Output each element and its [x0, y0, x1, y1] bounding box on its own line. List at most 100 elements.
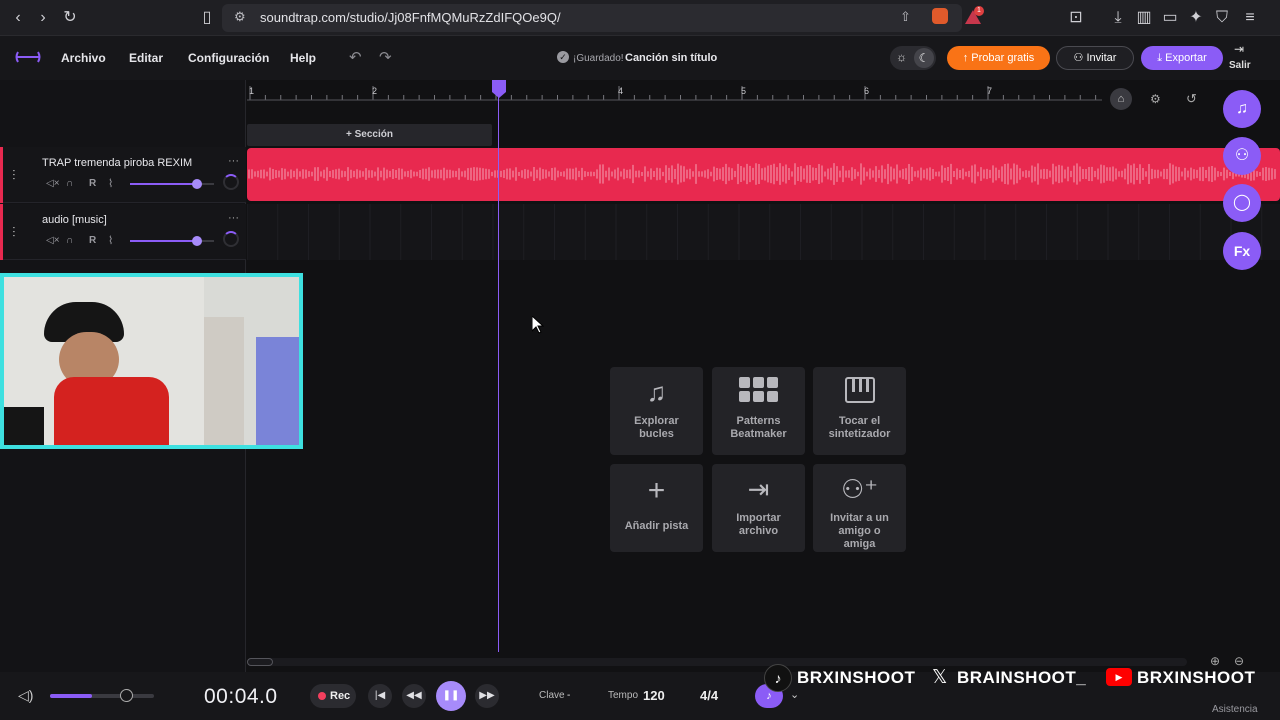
address-bar[interactable]: ⚙ soundtrap.com/studio/Jj08FnfMQMuRzZdIF…	[222, 4, 962, 32]
try-free-button[interactable]: ↑ Probar gratis	[947, 46, 1050, 70]
track-name[interactable]: TRAP tremenda piroba REXIM	[42, 157, 192, 169]
scrollbar-thumb[interactable]	[247, 658, 273, 666]
settings-icon[interactable]: ⚙	[1150, 92, 1161, 106]
back-icon[interactable]: ‹	[8, 8, 28, 28]
reload-icon[interactable]: ↻	[60, 8, 80, 28]
invite-icon: ⚇	[1073, 52, 1087, 64]
leo-ai-icon[interactable]: ✦	[1186, 8, 1206, 28]
menu-configuracion[interactable]: Configuración	[188, 51, 269, 65]
forward-icon[interactable]: ›	[33, 8, 53, 28]
saved-check-icon: ✓	[557, 51, 569, 63]
share-icon[interactable]: ⇧	[900, 9, 911, 25]
users-icon[interactable]: ⚇	[1223, 137, 1261, 175]
loop-icon[interactable]: ↺	[1186, 91, 1197, 107]
sidebar-icon[interactable]: ▥	[1134, 8, 1154, 28]
more-options-icon[interactable]: ···	[228, 212, 239, 224]
pause-icon[interactable]: ❚❚	[436, 681, 466, 711]
ruler-tick-label: 6	[864, 86, 870, 96]
vpn-icon[interactable]: ⛉	[1212, 8, 1232, 28]
add-track-tile[interactable]: + Añadir pista	[610, 464, 703, 552]
track-name[interactable]: audio [music]	[42, 214, 107, 226]
automation-icon[interactable]: ⌇	[108, 177, 113, 190]
zoom-in-icon[interactable]: ⊕	[1210, 654, 1220, 668]
rewards-icon[interactable]: 1	[964, 6, 984, 26]
menu-icon[interactable]: ≡	[1240, 8, 1260, 28]
mute-icon[interactable]: ◁×	[46, 178, 60, 189]
pan-knob[interactable]	[223, 231, 239, 247]
horizontal-scrollbar[interactable]	[247, 658, 1187, 666]
invite-button[interactable]: ⚇ Invitar	[1056, 46, 1134, 70]
theme-toggle[interactable]: ☼ ☾	[890, 46, 936, 70]
automation-icon[interactable]: ⌇	[108, 234, 113, 247]
volume-knob[interactable]	[192, 179, 203, 189]
chat-icon[interactable]: ◯	[1223, 184, 1261, 222]
chevron-down-icon[interactable]: ⌄	[790, 688, 799, 701]
track-header[interactable]: ⫶ audio [music] ··· ◁× ∩ R ⌇	[0, 204, 246, 260]
undo-icon[interactable]: ↶	[349, 48, 362, 66]
menu-editar[interactable]: Editar	[129, 51, 163, 65]
lane-grid	[246, 204, 1263, 260]
help-link[interactable]: Asistencia	[1212, 704, 1258, 715]
headphones-icon[interactable]: ∩	[66, 235, 73, 246]
tile-label: Añadir pista	[624, 520, 689, 532]
soundtrap-logo-icon[interactable]	[14, 50, 42, 69]
invite-friend-tile[interactable]: ⚇⁺ Invitar a un amigo o amiga	[813, 464, 906, 552]
speaker-icon[interactable]: ◁)	[18, 687, 33, 704]
add-section-button[interactable]: + Sección	[247, 124, 492, 146]
screenshot-icon[interactable]: ⊡	[1066, 8, 1086, 28]
tiktok-icon: ♪	[764, 664, 792, 692]
track-lane[interactable]	[247, 147, 1280, 203]
track-color-bar	[0, 147, 3, 203]
twitter-handle: BRAINSHOOT_	[957, 668, 1087, 687]
menu-help[interactable]: Help	[290, 51, 316, 65]
export-button[interactable]: ⤓ Exportar	[1141, 46, 1223, 70]
more-options-icon[interactable]: ···	[228, 155, 239, 167]
master-volume-knob[interactable]	[120, 689, 133, 702]
metronome-icon[interactable]: ⌂	[1110, 88, 1132, 110]
audio-region[interactable]	[247, 148, 1280, 201]
fast-forward-icon[interactable]: ▶▶	[475, 684, 499, 708]
site-settings-icon[interactable]: ⚙	[234, 9, 246, 25]
skip-to-start-icon[interactable]: |◀	[368, 684, 392, 708]
record-arm-button[interactable]: R	[89, 235, 96, 246]
url-text: soundtrap.com/studio/Jj08FnfMQMuRzZdIFQO…	[260, 10, 561, 25]
key-value[interactable]: -	[567, 690, 570, 701]
wallet-icon[interactable]: ▭	[1160, 8, 1180, 28]
menu-archivo[interactable]: Archivo	[61, 51, 106, 65]
saved-status: ¡Guardado!	[573, 53, 624, 64]
timeline-ruler[interactable]: 1 2 4 5 6 7	[247, 80, 1102, 102]
volume-slider[interactable]	[130, 236, 214, 246]
redo-icon[interactable]: ↷	[379, 48, 392, 66]
play-synth-tile[interactable]: Tocar el sintetizador	[813, 367, 906, 455]
bookmark-icon[interactable]: ▯	[197, 8, 217, 28]
volume-knob[interactable]	[192, 236, 203, 246]
download-icon[interactable]: ⤓	[1108, 8, 1128, 28]
patterns-beatmaker-tile[interactable]: Patterns Beatmaker	[712, 367, 805, 455]
explore-loops-tile[interactable]: ♫ Explorar bucles	[610, 367, 703, 455]
moon-icon: ☾	[914, 48, 934, 68]
master-volume-slider[interactable]	[50, 694, 154, 698]
tempo-label[interactable]: Tempo	[608, 690, 638, 701]
record-button[interactable]: Rec	[310, 684, 356, 708]
ruler-tick-label: 2	[372, 86, 378, 96]
headphones-icon[interactable]: ∩	[66, 178, 73, 189]
brave-shield-icon[interactable]	[932, 8, 948, 24]
exit-icon[interactable]: ⇥	[1234, 42, 1244, 56]
import-file-tile[interactable]: ⇥ Importar archivo	[712, 464, 805, 552]
tempo-value[interactable]: 120	[643, 688, 665, 703]
pan-knob[interactable]	[223, 174, 239, 190]
music-icon[interactable]: ♫	[1223, 90, 1261, 128]
track-header[interactable]: ⫶ TRAP tremenda piroba REXIM ··· ◁× ∩ R …	[0, 147, 246, 203]
time-signature[interactable]: 4/4	[700, 688, 718, 703]
song-title[interactable]: Canción sin título	[625, 52, 717, 64]
record-arm-button[interactable]: R	[89, 178, 96, 189]
volume-slider[interactable]	[130, 179, 214, 189]
rewind-icon[interactable]: ◀◀	[402, 684, 426, 708]
zoom-out-icon[interactable]: ⊖	[1234, 654, 1244, 668]
fx-icon[interactable]: Fx	[1223, 232, 1261, 270]
playhead-handle[interactable]	[492, 80, 506, 103]
exit-label[interactable]: Salir	[1229, 60, 1251, 71]
key-label[interactable]: Clave	[539, 690, 565, 701]
mute-icon[interactable]: ◁×	[46, 235, 60, 246]
track-lane[interactable]	[246, 204, 1280, 260]
